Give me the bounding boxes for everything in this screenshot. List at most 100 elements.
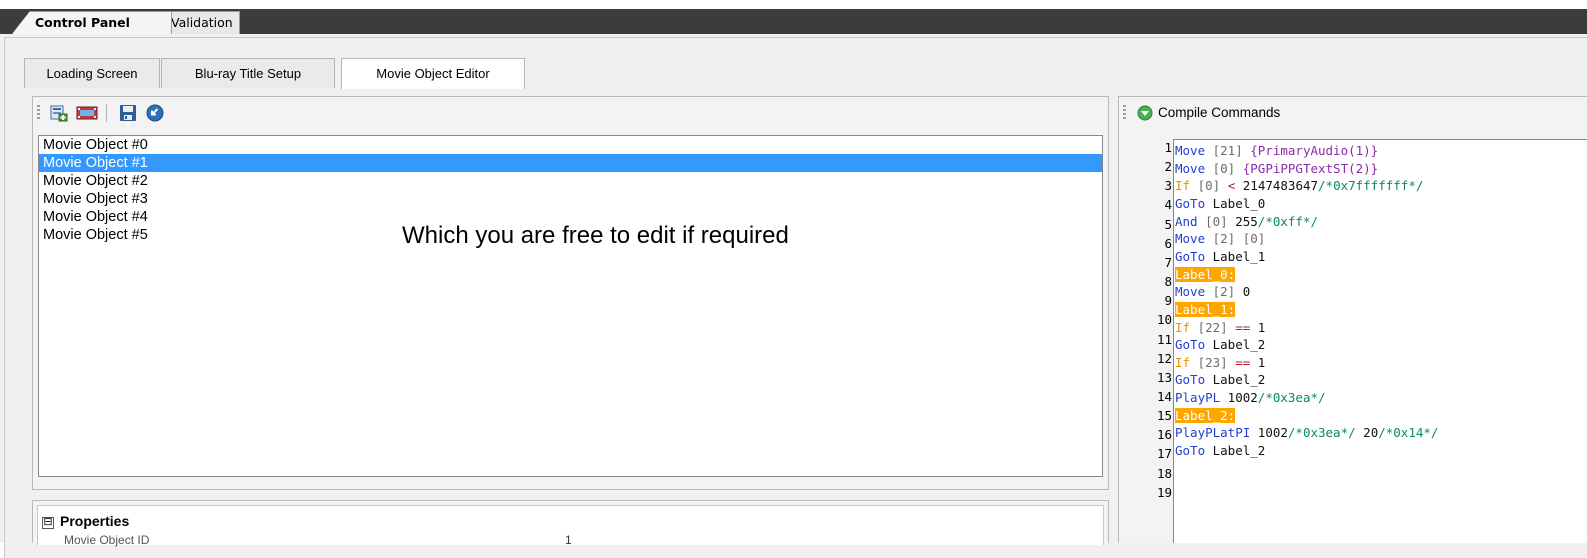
collapse-toggle-icon[interactable]: ⊟ [42, 517, 54, 529]
properties-header-label: Properties [60, 513, 130, 529]
code-token: [23] [1190, 354, 1236, 370]
code-token: GoTo [1175, 372, 1206, 388]
tab-loading-screen[interactable]: Loading Screen [24, 58, 160, 88]
line-number: 12 [1156, 350, 1172, 366]
code-token: 20 [1355, 425, 1379, 441]
line-number: 9 [1164, 293, 1172, 309]
code-line[interactable]: GoTo Label_2 [1175, 372, 1265, 388]
code-token: 1 [1257, 354, 1266, 370]
line-number: 2 [1164, 159, 1172, 175]
code-token: {PGPiPPGTextST(2)} [1242, 160, 1379, 176]
code-token: PlayPLatPI [1175, 425, 1251, 441]
properties-category-header[interactable]: ⊟ Properties [42, 512, 129, 530]
code-token: Move [1175, 160, 1206, 176]
code-token: Label_1 [1205, 248, 1266, 264]
line-number-gutter: 1 2 3 4 5 6 7 8 9 10 11 12 13 14 15 16 17 18 19 [1122, 139, 1172, 543]
code-token: [0] [1205, 160, 1243, 176]
code-token: If [1175, 319, 1191, 335]
list-item[interactable]: Movie Object #2 [39, 172, 1102, 190]
line-number: 19 [1156, 484, 1172, 500]
code-token: PlayPL [1175, 390, 1221, 406]
code-token: 1002 [1250, 425, 1288, 441]
code-token: GoTo [1175, 337, 1206, 353]
code-line[interactable]: Label_1: [1175, 301, 1236, 318]
toolbar-grip[interactable] [1123, 105, 1126, 121]
code-token: == [1235, 354, 1258, 370]
list-item[interactable]: Movie Object #0 [39, 136, 1102, 154]
film-icon[interactable] [76, 103, 98, 123]
code-token: 1 [1257, 319, 1266, 335]
code-token: [22] [1190, 319, 1236, 335]
property-row[interactable]: Movie Object ID 1 [38, 533, 1103, 549]
code-line[interactable]: If [23] == 1 [1175, 355, 1265, 371]
code-token: Move [1175, 284, 1206, 300]
code-token: GoTo [1175, 195, 1206, 211]
code-token: If [1175, 354, 1191, 370]
code-token: [2] [0] [1205, 231, 1266, 247]
code-token: Label_0 [1205, 195, 1266, 211]
code-line[interactable]: GoTo Label_2 [1175, 337, 1265, 353]
code-token: Label_2 [1205, 443, 1266, 459]
compile-toolbar: Compile Commands [1121, 99, 1581, 127]
code-token: == [1235, 319, 1258, 335]
code-line[interactable]: Move [0] {PGPiPPGTextST(2)} [1175, 161, 1378, 177]
line-number: 5 [1164, 216, 1172, 232]
list-item[interactable]: Movie Object #3 [39, 190, 1102, 208]
code-line[interactable]: PlayPLatPI 1002/*0x3ea*/ 20/*0x14*/ [1175, 425, 1438, 441]
code-line[interactable]: Label_2: [1175, 407, 1236, 424]
code-line[interactable]: Move [2] 0 [1175, 284, 1250, 300]
property-value[interactable]: 1 [565, 533, 572, 547]
code-editor[interactable]: Move [21] {PrimaryAudio(1)} Move [0] {PGP… [1173, 139, 1587, 543]
line-number: 11 [1156, 331, 1172, 347]
line-number: 13 [1156, 369, 1172, 385]
code-token: [21] [1205, 143, 1251, 158]
code-token: GoTo [1175, 443, 1206, 459]
toolbar-grip[interactable] [37, 105, 40, 121]
code-token: Move [1175, 143, 1206, 158]
toolbar-separator [106, 104, 107, 122]
import-icon[interactable] [145, 103, 165, 123]
code-token: /*0x14*/ [1378, 425, 1439, 441]
line-number: 7 [1164, 254, 1172, 270]
code-line[interactable]: Move [21] {PrimaryAudio(1)} [1175, 143, 1378, 159]
line-number: 1 [1164, 140, 1172, 155]
code-token: 2147483647 [1242, 178, 1319, 194]
code-token: Label_2 [1205, 372, 1266, 388]
movie-object-panel: Movie Object #0 Movie Object #1 Movie Ob… [32, 96, 1109, 490]
line-number: 8 [1164, 274, 1172, 290]
tab-movie-object-editor[interactable]: Movie Object Editor [341, 58, 525, 89]
code-label-token: Label_0: [1175, 266, 1236, 282]
tab-control-panel[interactable]: Control Panel [12, 11, 172, 34]
compile-commands-button[interactable]: Compile Commands [1158, 105, 1280, 120]
tab-bluray-title-setup[interactable]: Blu-ray Title Setup [161, 58, 335, 88]
line-number: 15 [1156, 408, 1172, 424]
code-line[interactable]: Move [2] [0] [1175, 231, 1265, 247]
property-grid[interactable]: ⊟ Properties Movie Object ID 1 [37, 505, 1104, 547]
code-line[interactable]: And [0] 255/*0xff*/ [1175, 214, 1318, 230]
compile-icon[interactable] [1137, 105, 1153, 121]
code-token: Move [1175, 231, 1206, 247]
code-line[interactable]: GoTo Label_2 [1175, 443, 1265, 459]
movie-object-toolbar [35, 99, 1105, 127]
movie-object-list[interactable]: Movie Object #0 Movie Object #1 Movie Ob… [38, 135, 1103, 477]
code-line[interactable]: GoTo Label_0 [1175, 196, 1265, 212]
code-token: /*0x7fffffff*/ [1318, 178, 1424, 194]
code-token: 1002 [1220, 390, 1258, 406]
top-tab-bar: Validation Control Panel [0, 0, 1587, 34]
code-token: [0] [1190, 178, 1228, 194]
code-line[interactable]: PlayPL 1002/*0x3ea*/ [1175, 390, 1326, 406]
code-line[interactable]: Label_0: [1175, 266, 1236, 283]
code-line[interactable]: GoTo Label_1 [1175, 249, 1265, 265]
save-icon[interactable] [118, 103, 138, 123]
code-token: < [1227, 178, 1243, 194]
line-number: 14 [1156, 388, 1172, 404]
add-movie-object-icon[interactable] [49, 103, 69, 123]
code-label-token: Label_1: [1175, 301, 1236, 317]
line-number: 4 [1164, 197, 1172, 213]
code-token: [2] [1205, 284, 1243, 300]
line-number: 17 [1156, 446, 1172, 462]
code-line[interactable]: If [0] < 2147483647/*0x7fffffff*/ [1175, 178, 1423, 194]
code-token: 255 [1235, 213, 1258, 229]
list-item[interactable]: Movie Object #1 [39, 154, 1102, 172]
code-line[interactable]: If [22] == 1 [1175, 320, 1265, 336]
